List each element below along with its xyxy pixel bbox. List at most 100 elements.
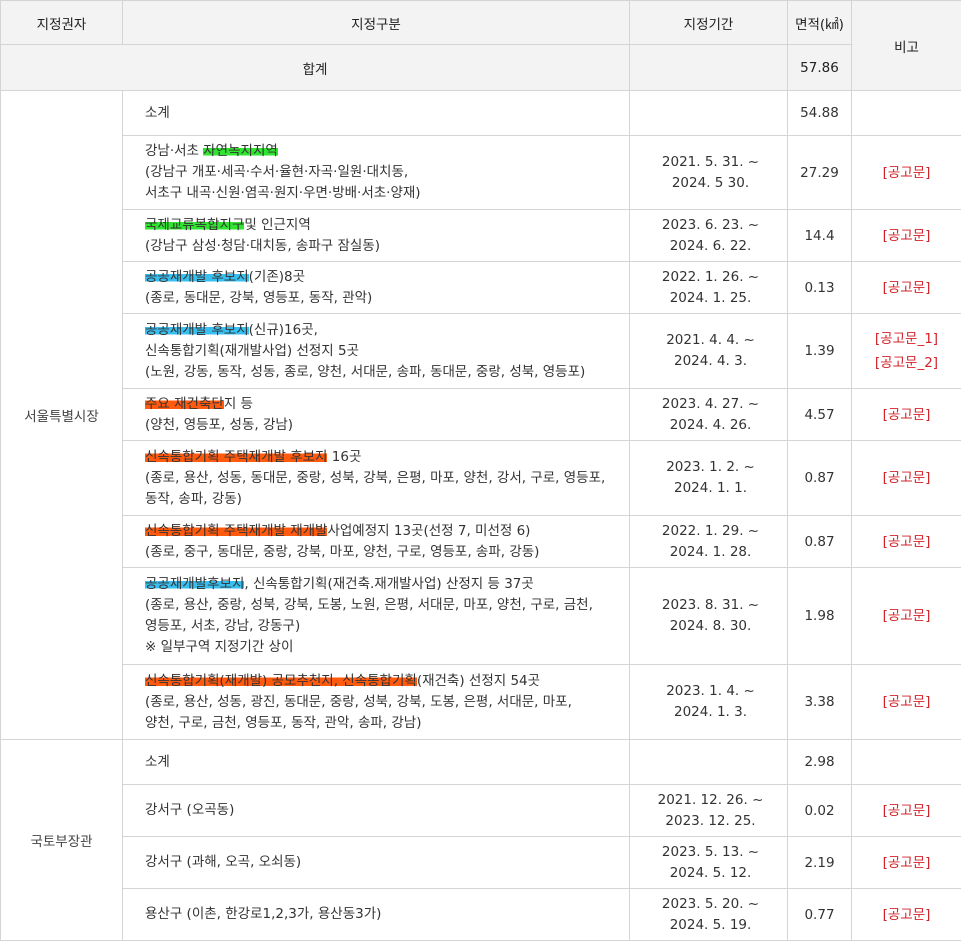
area-cell: 14.4 — [788, 210, 852, 262]
announcement-link[interactable]: [공고문] — [883, 466, 931, 490]
table-row: 강서구 (오곡동)2021. 12. 26. ~2023. 12. 25.0.0… — [1, 785, 961, 837]
announcement-link[interactable]: [공고문] — [883, 403, 931, 427]
category-cell: 용산구 (이촌, 한강로1,2,3가, 용산동3가) — [123, 889, 630, 941]
category-title-post: , 신속통합기획(재건축.재개발사업) 산정지 등 37곳 — [244, 576, 533, 592]
announcement-link[interactable]: [공고문] — [883, 161, 931, 185]
category-title-post: (재건축) 선정지 54곳 — [417, 673, 540, 689]
category-highlight: 자연녹지지역 — [203, 143, 278, 159]
period-start: 2021. 5. 31. ~ — [634, 152, 787, 173]
note-cell: [공고문] — [852, 665, 961, 740]
period-cell: 2023. 1. 4. ~2024. 1. 3. — [630, 665, 788, 740]
category-cell: 공공재개발후보지, 신속통합기획(재건축.재개발사업) 산정지 등 37곳(종로… — [123, 568, 630, 665]
announcement-link[interactable]: [공고문] — [883, 903, 931, 927]
category-title-post: 16곳 — [327, 449, 361, 465]
category-highlight: 신속통합기획 주택재개발 후보지 — [145, 449, 327, 465]
category-title: 공공재개발 후보지(신규)16곳, — [145, 320, 615, 341]
period-start: 2023. 5. 13. ~ — [634, 842, 787, 863]
period-end: 2024. 5. 12. — [634, 863, 787, 884]
area-cell: 2.19 — [788, 837, 852, 889]
category-title-post: (신규)16곳, — [249, 322, 318, 338]
period-start: 2021. 12. 26. ~ — [634, 790, 787, 811]
period-end: 2024. 1. 3. — [634, 702, 787, 723]
category-highlight: 신속통합기획 주택재개발 재개발 — [145, 523, 327, 539]
note-cell: [공고문] — [852, 210, 961, 262]
table-row: 강서구 (과해, 오곡, 오쇠동) 2023. 5. 13. ~2024. 5. … — [1, 837, 961, 889]
period-cell: 2023. 8. 31. ~2024. 8. 30. — [630, 568, 788, 665]
announcement-link[interactable]: [공고문] — [883, 690, 931, 714]
category-highlight: 공공재개발후보지 — [145, 576, 244, 592]
category-cell: 강남·서초 자연녹지지역(강남구 개포·세곡·수서·율현·자곡·일원·대치동,서… — [123, 136, 630, 210]
period-cell: 2022. 1. 26. ~2024. 1. 25. — [630, 262, 788, 314]
area-cell: 0.87 — [788, 516, 852, 568]
period-cell: 2021. 12. 26. ~2023. 12. 25. — [630, 785, 788, 837]
note-cell: [공고문] — [852, 262, 961, 314]
period-end: 2024. 1. 1. — [634, 478, 787, 499]
category-title-pre: 강서구 (과해, 오곡, 오쇠동) — [145, 854, 301, 870]
note-cell: [공고문] — [852, 568, 961, 665]
category-cell: 공공재개발 후보지(기존)8곳(종로, 동대문, 강북, 영등포, 동작, 관악… — [123, 262, 630, 314]
category-detail: (종로, 용산, 성동, 광진, 동대문, 중랑, 성북, 강북, 도봉, 은평… — [145, 692, 615, 713]
category-title: 강서구 (과해, 오곡, 오쇠동) — [145, 852, 615, 873]
category-title-pre: 강남·서초 — [145, 143, 203, 159]
table-row: 주요 재건축단지 등(양천, 영등포, 성동, 강남)2023. 4. 27. … — [1, 389, 961, 441]
announcement-link[interactable]: [공고문_1] — [875, 327, 938, 351]
period-start: 2023. 5. 20. ~ — [634, 894, 787, 915]
category-cell: 주요 재건축단지 등(양천, 영등포, 성동, 강남) — [123, 389, 630, 441]
category-title: 공공재개발 후보지(기존)8곳 — [145, 267, 615, 288]
category-detail: 양천, 구로, 금천, 영등포, 동작, 관악, 송파, 강남) — [145, 713, 615, 734]
area-cell: 4.57 — [788, 389, 852, 441]
subtotal-label: 소계 — [123, 91, 630, 136]
header-period: 지정기간 — [630, 1, 788, 45]
category-title: 강남·서초 자연녹지지역 — [145, 141, 615, 162]
category-title: 신속통합기획 주택재개발 후보지 16곳 — [145, 447, 615, 468]
announcement-link[interactable]: [공고문] — [883, 530, 931, 554]
announcement-link[interactable]: [공고문] — [883, 276, 931, 300]
header-note: 비고 — [852, 1, 961, 91]
note-cell: [공고문] — [852, 136, 961, 210]
period-cell: 2023. 4. 27. ~2024. 4. 26. — [630, 389, 788, 441]
period-cell: 2022. 1. 29. ~2024. 1. 28. — [630, 516, 788, 568]
area-cell: 0.13 — [788, 262, 852, 314]
area-cell: 1.39 — [788, 314, 852, 389]
area-cell: 27.29 — [788, 136, 852, 210]
period-end: 2024. 4. 3. — [634, 351, 787, 372]
period-end: 2024. 6. 22. — [634, 236, 787, 257]
category-highlight: 공공재개발 후보지 — [145, 322, 249, 338]
category-cell: 신속통합기획 주택재개발 재개발사업예정지 13곳(선정 7, 미선정 6)(종… — [123, 516, 630, 568]
category-detail: (종로, 동대문, 강북, 영등포, 동작, 관악) — [145, 288, 615, 309]
category-title-post: (기존)8곳 — [249, 269, 305, 285]
table-body: 서울특별시장소계54.88강남·서초 자연녹지지역(강남구 개포·세곡·수서·율… — [1, 91, 961, 941]
period-end: 2024. 4. 26. — [634, 415, 787, 436]
subtotal-area: 54.88 — [788, 91, 852, 136]
category-cell: 국제교류복합지구및 인근지역(강남구 삼성·청담·대치동, 송파구 잠실동) — [123, 210, 630, 262]
category-title: 신속통합기획(재개발) 공모추천지, 신속통합기획(재건축) 선정지 54곳 — [145, 671, 615, 692]
note-cell: [공고문_1][공고문_2] — [852, 314, 961, 389]
announcement-link[interactable]: [공고문_2] — [875, 351, 938, 375]
period-start: 2023. 6. 23. ~ — [634, 215, 787, 236]
authority-cell: 국토부장관 — [1, 740, 123, 941]
subtotal-note — [852, 740, 961, 785]
period-start: 2023. 1. 2. ~ — [634, 457, 787, 478]
total-label: 합계 — [1, 45, 630, 91]
category-highlight: 국제교류복합지구 — [145, 217, 244, 233]
category-title: 신속통합기획 주택재개발 재개발사업예정지 13곳(선정 7, 미선정 6) — [145, 521, 615, 542]
category-title-pre: 용산구 (이촌, 한강로1,2,3가, 용산동3가) — [145, 906, 381, 922]
category-title-post: 사업예정지 13곳(선정 7, 미선정 6) — [327, 523, 530, 539]
category-detail: (노원, 강동, 동작, 성동, 종로, 양천, 서대문, 송파, 동대문, 중… — [145, 362, 615, 383]
category-title: 공공재개발후보지, 신속통합기획(재건축.재개발사업) 산정지 등 37곳 — [145, 574, 615, 595]
period-end: 2024. 1. 28. — [634, 542, 787, 563]
note-cell: [공고문] — [852, 389, 961, 441]
category-detail: (종로, 중구, 동대문, 중랑, 강북, 마포, 양천, 구로, 영등포, 송… — [145, 542, 615, 563]
header-authority: 지정권자 — [1, 1, 123, 45]
category-title: 용산구 (이촌, 한강로1,2,3가, 용산동3가) — [145, 904, 615, 925]
category-title: 강서구 (오곡동) — [145, 800, 615, 821]
announcement-link[interactable]: [공고문] — [883, 604, 931, 628]
category-detail: (종로, 용산, 성동, 동대문, 중랑, 성북, 강북, 은평, 마포, 양천… — [145, 468, 615, 489]
announcement-link[interactable]: [공고문] — [883, 799, 931, 823]
table-row: 강남·서초 자연녹지지역(강남구 개포·세곡·수서·율현·자곡·일원·대치동,서… — [1, 136, 961, 210]
category-cell: 신속통합기획 주택재개발 후보지 16곳(종로, 용산, 성동, 동대문, 중랑… — [123, 441, 630, 516]
period-cell: 2021. 4. 4. ~2024. 4. 3. — [630, 314, 788, 389]
announcement-link[interactable]: [공고문] — [883, 224, 931, 248]
announcement-link[interactable]: [공고문] — [883, 851, 931, 875]
designation-table: 지정권자 지정구분 지정기간 면적(㎢) 비고 합계 57.86 서울특별시장소… — [0, 0, 961, 941]
